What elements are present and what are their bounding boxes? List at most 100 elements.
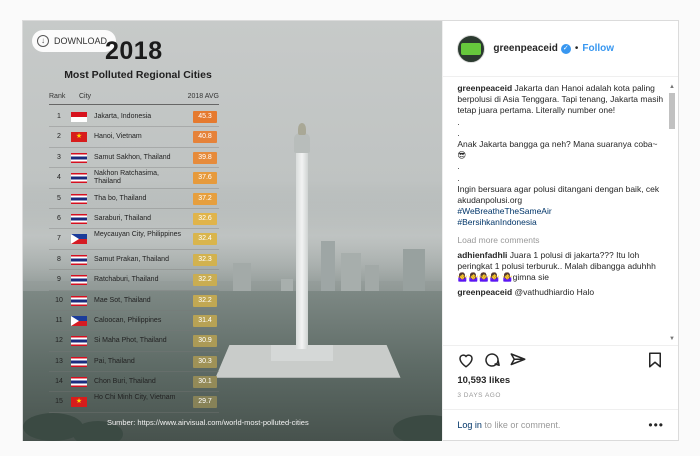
flag-ph-icon bbox=[71, 315, 87, 326]
row-city: Tha bo, Thailand bbox=[94, 194, 147, 202]
row-city: Ho Chi Minh City, Vietnam bbox=[94, 394, 176, 402]
infographic-row: 2 ★ Hanoi, Vietnam 40.8 bbox=[49, 127, 219, 148]
load-more-comments-button[interactable]: Load more comments bbox=[457, 235, 663, 246]
row-city: Nakhon Ratchasima, Thailand bbox=[94, 170, 159, 186]
row-city: Samut Sakhon, Thailand bbox=[94, 153, 171, 161]
hashtag-link[interactable]: #WeBreatheTheSameAir bbox=[457, 206, 551, 216]
infographic-row: 12 Si Maha Phot, Thailand 30.9 bbox=[49, 331, 219, 352]
row-city: Hanoi, Vietnam bbox=[94, 133, 142, 141]
avatar-image bbox=[461, 42, 482, 55]
comment: adhienfadhli Juara 1 polusi di jakarta??… bbox=[457, 250, 663, 284]
flag-th-icon bbox=[71, 213, 87, 224]
post-timestamp: 3 DAYS AGO bbox=[457, 392, 501, 399]
row-city: Jakarta, Indonesia bbox=[94, 113, 152, 120]
comment-username[interactable]: adhienfadhli bbox=[457, 250, 507, 260]
infographic-row: 7 Meycauyan City, Philippines 32.4 bbox=[49, 229, 219, 250]
row-city: Mae Sot, Thailand bbox=[94, 296, 151, 304]
infographic-row: 15 ★ Ho Chi Minh City, Vietnam 29.7 bbox=[49, 392, 219, 413]
caption-dot: . bbox=[457, 127, 460, 138]
row-value: 32.4 bbox=[193, 233, 217, 246]
row-city: Si Maha Phot, Thailand bbox=[94, 337, 167, 345]
row-city: Saraburi, Thailand bbox=[94, 214, 152, 222]
login-prompt: Log in to like or comment. ••• bbox=[443, 409, 678, 441]
comment-text: @vathudhiardio Halo bbox=[514, 287, 595, 298]
caption-line-1: greenpeaceid Jakarta dan Hanoi adalah ko… bbox=[457, 83, 663, 117]
monument-cup bbox=[294, 133, 310, 153]
hashtag-link[interactable]: #BersihkanIndonesia bbox=[457, 217, 536, 227]
infographic-row: 13 Pai, Thailand 30.3 bbox=[49, 352, 219, 373]
post-photo[interactable]: ↓ DOWNLOAD 2018 Most Polluted Regional C… bbox=[23, 21, 443, 441]
monument-obelisk bbox=[296, 149, 308, 349]
col-avg: 2018 AVG bbox=[187, 93, 219, 100]
download-icon: ↓ bbox=[37, 35, 49, 47]
flag-th-icon bbox=[71, 295, 87, 306]
infographic-year: 2018 bbox=[105, 37, 163, 65]
comments-scrollbar[interactable]: ▲ ▼ bbox=[668, 83, 676, 343]
flag-th-icon bbox=[71, 152, 87, 163]
row-city: Ratchaburi, Thailand bbox=[94, 276, 159, 284]
row-rank: 14 bbox=[55, 378, 63, 386]
comment-username[interactable]: greenpeaceid bbox=[457, 287, 512, 297]
row-rank: 8 bbox=[57, 255, 61, 263]
scroll-down-icon[interactable]: ▼ bbox=[668, 335, 676, 343]
flag-vn-icon: ★ bbox=[71, 397, 87, 408]
row-city: Meycauyan City, Philippines bbox=[94, 231, 182, 239]
comment: greenpeaceid @vathudhiardio Halo bbox=[457, 287, 663, 298]
scrollbar-thumb[interactable] bbox=[669, 93, 675, 129]
infographic-row: 11 Caloocan, Philippines 31.4 bbox=[49, 311, 219, 332]
infographic-row: 9 Ratchaburi, Thailand 32.2 bbox=[49, 270, 219, 291]
download-label: DOWNLOAD bbox=[54, 36, 108, 46]
caption-dot: . bbox=[457, 116, 460, 127]
infographic-row: 4 Nakhon Ratchasima, Thailand 37.6 bbox=[49, 168, 219, 189]
header-separator: • bbox=[574, 43, 579, 54]
infographic-title: Most Polluted Regional Cities bbox=[64, 69, 212, 81]
caption-line-2: Anak Jakarta bangga ga neh? Mana suarany… bbox=[457, 139, 658, 161]
infographic-row: 8 Samut Prakan, Thailand 32.3 bbox=[49, 250, 219, 271]
row-rank: 5 bbox=[57, 194, 61, 202]
row-value: 39.8 bbox=[193, 151, 217, 164]
download-button[interactable]: ↓ DOWNLOAD bbox=[32, 30, 117, 52]
post-card: ↓ DOWNLOAD 2018 Most Polluted Regional C… bbox=[22, 20, 679, 441]
row-rank: 15 bbox=[55, 398, 63, 406]
col-rank: Rank bbox=[49, 93, 66, 100]
post-sidebar: greenpeaceid ✓ • Follow greenpeaceid Jak… bbox=[442, 21, 678, 441]
row-value: 32.2 bbox=[193, 294, 217, 307]
monument-flame bbox=[298, 123, 306, 135]
row-rank: 12 bbox=[55, 337, 63, 345]
flag-th-icon bbox=[71, 193, 87, 204]
post-header: greenpeaceid ✓ • Follow bbox=[443, 21, 678, 77]
bookmark-icon[interactable] bbox=[646, 351, 664, 369]
flag-id-icon bbox=[71, 112, 87, 122]
row-rank: 11 bbox=[55, 316, 63, 324]
row-value: 32.2 bbox=[193, 274, 217, 287]
share-icon[interactable] bbox=[509, 351, 527, 369]
row-rank: 4 bbox=[57, 174, 61, 182]
follow-button[interactable]: Follow bbox=[582, 43, 614, 54]
infographic-row: 14 Chon Buri, Thailand 30.1 bbox=[49, 372, 219, 393]
more-options-icon[interactable]: ••• bbox=[648, 418, 664, 432]
row-rank: 2 bbox=[57, 133, 61, 141]
avatar[interactable] bbox=[457, 34, 486, 63]
infographic-source: Sumber: https://www.airvisual.com/world-… bbox=[107, 418, 309, 427]
flag-th-icon bbox=[71, 336, 87, 347]
heart-icon[interactable] bbox=[457, 351, 475, 369]
row-rank: 7 bbox=[57, 235, 61, 243]
row-value: 37.6 bbox=[193, 172, 217, 185]
caption-dot: . bbox=[457, 161, 460, 172]
header-username[interactable]: greenpeaceid bbox=[493, 43, 557, 54]
row-rank: 10 bbox=[55, 296, 63, 304]
row-value: 37.2 bbox=[193, 192, 217, 205]
flag-th-icon bbox=[71, 377, 87, 388]
login-link[interactable]: Log in bbox=[457, 420, 482, 430]
row-value: 30.1 bbox=[193, 376, 217, 389]
comment-icon[interactable] bbox=[483, 351, 501, 369]
row-value: 40.8 bbox=[193, 131, 217, 144]
row-value: 32.3 bbox=[193, 253, 217, 266]
scroll-up-icon[interactable]: ▲ bbox=[668, 83, 676, 91]
row-city: Samut Prakan, Thailand bbox=[94, 255, 169, 263]
likes-count[interactable]: 10,593 likes bbox=[457, 375, 510, 386]
row-rank: 9 bbox=[57, 276, 61, 284]
infographic-rows: 1 Jakarta, Indonesia 45.3 2 ★ Hanoi, Vietnam 4… bbox=[49, 107, 219, 413]
caption-username[interactable]: greenpeaceid bbox=[457, 83, 512, 93]
row-city: Caloocan, Philippines bbox=[94, 316, 162, 324]
